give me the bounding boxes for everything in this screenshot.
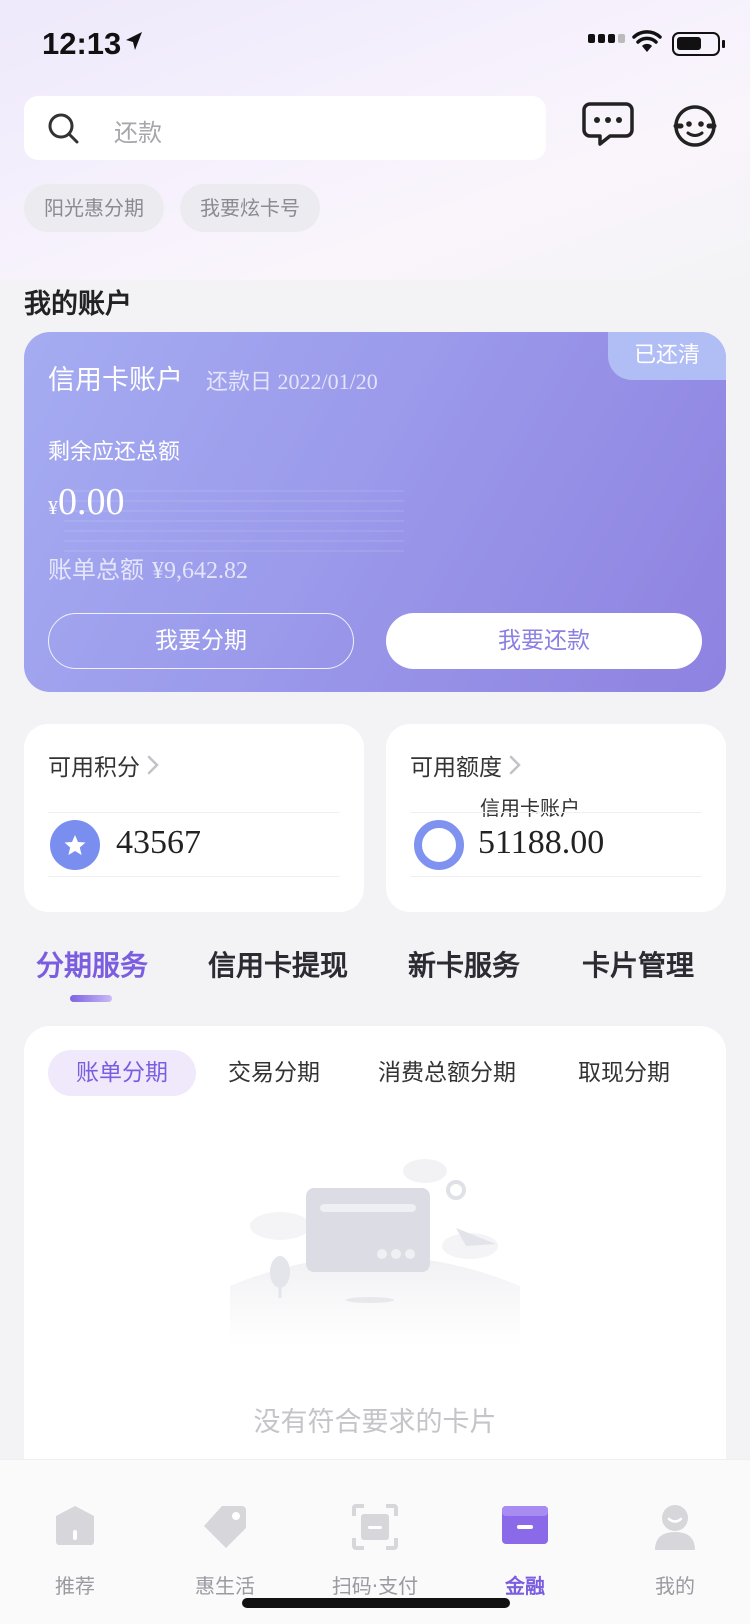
nav-label: 扫码·支付	[331, 1574, 419, 1598]
status-time: 12:13	[42, 26, 122, 61]
tab-indicator	[70, 995, 112, 1002]
bill-total: 账单总额 ¥9,642.82	[48, 550, 248, 585]
nav-label: 推荐	[55, 1574, 95, 1598]
points-card[interactable]: 可用积分 43567	[24, 724, 364, 912]
tab-new-card-service[interactable]: 新卡服务	[408, 944, 520, 984]
home-indicator	[242, 1598, 510, 1608]
card-icon	[502, 1506, 548, 1544]
credit-card-account[interactable]: 已还清 信用卡账户 还款日 2022/01/20 剩余应还总额 ¥0.00 账单…	[24, 332, 726, 692]
main-tabs: 分期服务 信用卡提现 新卡服务 卡片管理	[0, 944, 750, 1004]
bill-total-label: 账单总额	[48, 556, 144, 584]
battery-icon	[672, 32, 725, 56]
signal-icon	[588, 34, 625, 43]
search-input[interactable]: 还款	[24, 96, 546, 160]
tab-card-management[interactable]: 卡片管理	[582, 944, 694, 984]
subtab-cash-installment[interactable]: 取现分期	[578, 1050, 670, 1096]
credit-limit-card[interactable]: 可用额度 信用卡账户 51188.00	[386, 724, 726, 912]
scan-icon	[352, 1504, 398, 1550]
status-bar: 12:13	[0, 0, 750, 90]
remaining-amount: ¥0.00	[48, 480, 125, 524]
empty-card-illustration	[230, 1159, 520, 1346]
location-arrow-icon	[126, 32, 142, 50]
chevron-right-icon	[147, 755, 159, 775]
due-date-value: 2022/01/20	[277, 369, 378, 394]
chip-sunshine-installment[interactable]: 阳光惠分期	[24, 184, 164, 232]
profile-icon	[655, 1505, 695, 1550]
tab-installment-service[interactable]: 分期服务	[36, 944, 148, 984]
nav-label: 惠生活	[195, 1574, 255, 1598]
empty-state-text: 没有符合要求的卡片	[253, 1407, 497, 1438]
subtab-total-spending-installment[interactable]: 消费总额分期	[378, 1050, 516, 1096]
tag-icon	[204, 1506, 246, 1548]
wifi-icon	[632, 30, 662, 52]
quick-chips: 阳光惠分期 我要炫卡号	[24, 184, 320, 232]
nav-label: 我的	[655, 1574, 695, 1598]
subtab-transaction-installment[interactable]: 交易分期	[228, 1050, 320, 1096]
tab-credit-card-cash[interactable]: 信用卡提现	[208, 944, 348, 984]
credit-limit-title: 可用额度	[410, 755, 502, 781]
chevron-right-icon	[509, 755, 521, 775]
chip-show-card-number[interactable]: 我要炫卡号	[180, 184, 320, 232]
status-badge: 已还清	[608, 332, 726, 380]
nav-label: 金融	[505, 1574, 545, 1598]
due-date: 还款日 2022/01/20	[206, 364, 378, 396]
star-icon	[50, 820, 100, 870]
customer-service-icon[interactable]	[672, 104, 718, 148]
installment-button[interactable]: 我要分期	[48, 613, 354, 669]
remaining-amount-value: 0.00	[58, 481, 125, 523]
credit-limit-subtitle: 信用卡账户	[480, 796, 580, 820]
repay-button[interactable]: 我要还款	[386, 613, 702, 669]
search-placeholder: 还款	[114, 119, 162, 147]
section-title: 我的账户	[24, 289, 132, 320]
currency-symbol: ¥	[48, 497, 58, 519]
card-title: 信用卡账户	[48, 365, 183, 396]
due-date-label: 还款日	[206, 370, 273, 395]
points-title: 可用积分	[48, 755, 140, 781]
subtab-bill-installment[interactable]: 账单分期	[48, 1050, 196, 1096]
remaining-label: 剩余应还总额	[48, 440, 181, 465]
credit-limit-value: 51188.00	[478, 824, 605, 861]
message-icon[interactable]	[582, 100, 634, 148]
points-value: 43567	[116, 824, 201, 861]
ring-icon	[414, 820, 464, 870]
bill-total-value: ¥9,642.82	[152, 558, 248, 584]
home-icon	[56, 1506, 94, 1545]
search-icon	[48, 113, 79, 144]
